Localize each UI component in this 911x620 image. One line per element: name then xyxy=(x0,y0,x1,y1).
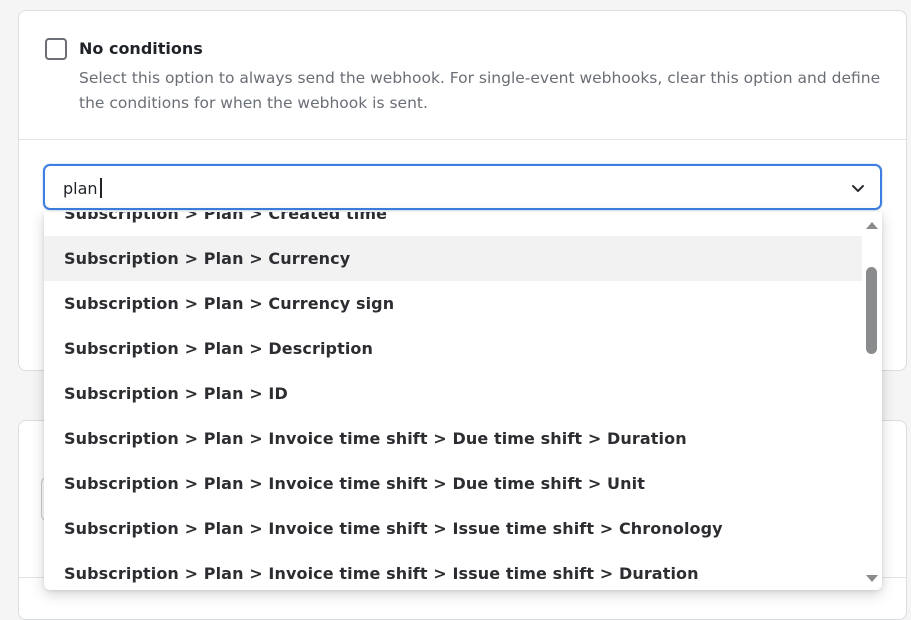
no-conditions-checkbox[interactable] xyxy=(45,38,67,60)
dropdown-option[interactable]: Subscription > Plan > Invoice time shift… xyxy=(44,551,862,590)
no-conditions-label[interactable]: No conditions xyxy=(79,39,203,58)
field-search-combobox[interactable]: plan xyxy=(43,164,882,210)
dropdown-scrollbar[interactable] xyxy=(862,212,882,590)
dropdown-option[interactable]: Subscription > Plan > Invoice time shift… xyxy=(44,506,862,551)
text-caret xyxy=(99,178,102,198)
section-divider xyxy=(19,139,906,140)
chevron-down-icon[interactable] xyxy=(850,180,866,196)
dropdown-option[interactable]: Subscription > Plan > Currency sign xyxy=(44,281,862,326)
dropdown-option[interactable]: Subscription > Plan > Created time xyxy=(44,212,862,236)
scrollbar-thumb[interactable] xyxy=(866,267,877,354)
dropdown-option[interactable]: Subscription > Plan > Description xyxy=(44,326,862,371)
field-search-input[interactable]: plan xyxy=(63,178,102,198)
dropdown-option[interactable]: Subscription > Plan > ID xyxy=(44,371,862,416)
dropdown-option-highlighted[interactable]: Subscription > Plan > Currency xyxy=(44,236,862,281)
dropdown-option[interactable]: Subscription > Plan > Invoice time shift… xyxy=(44,416,862,461)
scroll-up-arrow-icon[interactable] xyxy=(865,220,879,230)
no-conditions-description: Select this option to always send the we… xyxy=(79,69,881,112)
scroll-down-arrow-icon[interactable] xyxy=(865,574,879,584)
field-options-dropdown: Subscription > Plan > Created time Subsc… xyxy=(44,212,882,590)
dropdown-option[interactable]: Subscription > Plan > Invoice time shift… xyxy=(44,461,862,506)
field-search-value: plan xyxy=(63,178,98,198)
